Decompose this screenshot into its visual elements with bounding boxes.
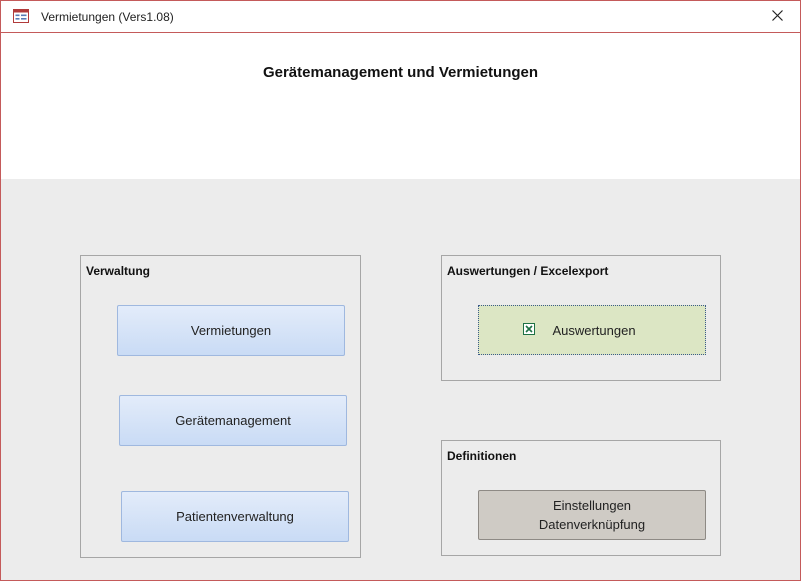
geraetemanagement-button[interactable]: Gerätemanagement	[119, 395, 347, 446]
group-auswertungen: Auswertungen / Excelexport Auswertungen	[441, 255, 721, 381]
form-title: Gerätemanagement und Vermietungen	[262, 64, 539, 81]
group-definitionen: Definitionen Einstellungen Datenverknüpf…	[441, 440, 721, 556]
window-title: Vermietungen (Vers1.08)	[41, 10, 174, 24]
form-detail: Verwaltung Vermietungen Gerätemanagement…	[1, 179, 800, 580]
patientenverwaltung-button[interactable]: Patientenverwaltung	[121, 491, 349, 542]
close-icon	[771, 8, 783, 26]
excel-icon	[523, 323, 535, 335]
group-label-verwaltung: Verwaltung	[86, 264, 151, 278]
close-button[interactable]	[754, 1, 800, 32]
einstellungen-button-line1: Einstellungen	[552, 498, 632, 513]
group-verwaltung: Verwaltung Vermietungen Gerätemanagement…	[80, 255, 361, 558]
title-bar: Vermietungen (Vers1.08)	[1, 1, 800, 33]
form-icon	[13, 9, 29, 23]
app-window: Vermietungen (Vers1.08) Gerätemanagement…	[0, 0, 801, 581]
vermietungen-button[interactable]: Vermietungen	[117, 305, 345, 356]
group-label-definitionen: Definitionen	[447, 449, 517, 463]
form-header: Gerätemanagement und Vermietungen	[1, 33, 800, 179]
auswertungen-button[interactable]: Auswertungen	[478, 305, 706, 355]
einstellungen-button[interactable]: Einstellungen Datenverknüpfung	[478, 490, 706, 540]
group-label-auswertungen: Auswertungen / Excelexport	[447, 264, 609, 278]
auswertungen-button-label: Auswertungen	[552, 322, 636, 338]
einstellungen-button-line2: Datenverknüpfung	[538, 517, 646, 532]
